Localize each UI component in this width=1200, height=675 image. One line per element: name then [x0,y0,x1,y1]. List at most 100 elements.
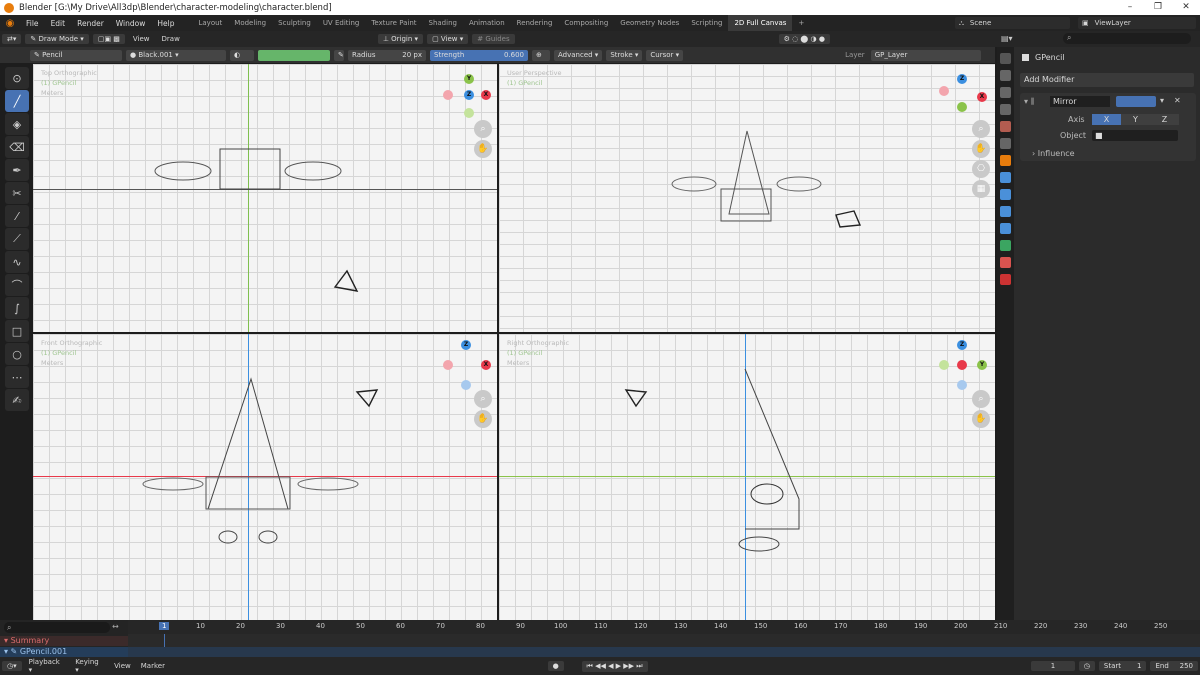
tab-2d-full-canvas[interactable]: 2D Full Canvas [728,15,793,31]
mode-dropdown[interactable]: ✎ Draw Mode ▾ [25,34,89,44]
guides-dropdown[interactable]: # Guides [472,34,515,44]
start-frame-field[interactable]: Start 1 [1098,661,1147,671]
tint-tool-icon[interactable]: ✒ [5,159,29,181]
erase-tool-icon[interactable]: ⌫ [5,136,29,158]
output-tab-icon[interactable] [1000,87,1011,98]
polyline-tool-icon[interactable]: ∿ [5,251,29,273]
texture-tab-icon[interactable] [1000,274,1011,285]
gpencil-channel[interactable]: ▾ ✎ GPencil.001 [0,647,128,657]
nav-gizmo[interactable]: Z Y [935,338,995,398]
influence-subpanel[interactable]: › Influence [1032,149,1075,158]
view-layer-selector[interactable]: ▣ ViewLayer [1078,17,1196,29]
maximize-button[interactable]: ❐ [1144,0,1172,15]
strength-field[interactable]: Strength 0.600 [430,49,528,61]
outliner-search-input[interactable]: ⌕ [1063,33,1191,44]
scene-selector[interactable]: ⛬ Scene [955,17,1070,29]
keyframe-track[interactable] [128,634,1200,657]
shading-buttons[interactable]: ⚙ ◌ ⬤ ◑ ● [778,34,830,44]
playback-menu[interactable]: Playback ▾ [24,658,71,674]
color-mode-icons[interactable]: ◐ [230,49,254,61]
fill-tool-icon[interactable]: ◈ [5,113,29,135]
transport-controls[interactable]: ⏮ ◀◀ ◀ ▶ ▶▶ ⏭ [581,660,648,672]
menu-view[interactable]: View [127,35,156,43]
swap-icon[interactable]: ↔ [112,622,119,631]
viewport-front[interactable]: Front Orthographic (1) GPencil Meters Z X … [33,334,497,620]
curve-tool-icon[interactable]: ∫ [5,297,29,319]
tab-uv-editing[interactable]: UV Editing [317,15,366,31]
line-tool-icon[interactable]: ⟋ [5,228,29,250]
world-tab-icon[interactable] [1000,138,1011,149]
arc-tool-icon[interactable]: ⌒ [5,274,29,296]
pan-hand-icon[interactable]: ✋ [474,140,492,158]
tab-shading[interactable]: Shading [423,15,463,31]
remove-modifier-icon[interactable]: ✕ [1174,96,1181,105]
tab-animation[interactable]: Animation [463,15,511,31]
render-tab-icon[interactable] [1000,70,1011,81]
mirror-object-field[interactable]: ■ [1092,130,1178,141]
minimize-button[interactable]: – [1116,0,1144,15]
axis-x-toggle[interactable]: X [1092,114,1121,125]
menu-file[interactable]: File [20,19,45,28]
viewport-top[interactable]: Top Orthographic (1) GPencil Meters Y Z X … [33,64,497,332]
circle-tool-icon[interactable]: ○ [5,343,29,365]
cursor-tool-icon[interactable]: ⊙ [5,67,29,89]
eyedropper-tool-icon[interactable]: ⁄ [5,205,29,227]
collapse-chevron-icon[interactable]: ▾ ⫼ [1024,97,1034,107]
view-dropdown[interactable]: ▢ View ▾ [427,34,469,44]
effects-tab-icon[interactable] [1000,189,1011,200]
axis-y-toggle[interactable]: Y [1121,114,1150,125]
blender-menu-icon[interactable]: ◉ [0,18,20,29]
annotate-tool-icon[interactable]: ✍ [5,389,29,411]
pan-hand-icon[interactable]: ✋ [972,410,990,428]
marker-menu[interactable]: Marker [136,662,170,670]
layer-selector[interactable]: GP_Layer [870,49,981,61]
zoom-icon[interactable]: ⌕ [474,390,492,408]
editor-type-icon[interactable]: ⇄▾ [2,34,22,44]
data-tab-icon[interactable] [1000,240,1011,251]
view-menu[interactable]: View [109,662,136,670]
tab-modeling[interactable]: Modeling [228,15,272,31]
pan-hand-icon[interactable]: ✋ [474,410,492,428]
view-layer-tab-icon[interactable] [1000,104,1011,115]
modifier-name-field[interactable]: Mirror [1050,96,1110,107]
tab-layout[interactable]: Layout [192,15,228,31]
pan-hand-icon[interactable]: ✋ [972,140,990,158]
modifier-tab-icon[interactable] [1000,172,1011,183]
menu-help[interactable]: Help [151,19,180,28]
material-tab-icon[interactable] [1000,257,1011,268]
camera-view-icon[interactable]: ⎔ [972,160,990,178]
zoom-icon[interactable]: ⌕ [972,390,990,408]
axis-z-toggle[interactable]: Z [1150,114,1179,125]
tab-sculpting[interactable]: Sculpting [272,15,317,31]
constraint-tab-icon[interactable] [1000,223,1011,234]
viewport-perspective[interactable]: User Perspective (1) GPencil Z X ⌕ ✋ ⎔ ▦ [499,64,995,332]
add-modifier-button[interactable]: Add Modifier [1020,73,1194,87]
material-selector[interactable]: ● Black.001 ▾ [126,49,226,61]
outliner-editor-icon[interactable]: ▤▾ [1001,34,1013,43]
select-mode-icons[interactable]: ▢▣ ▩ [92,34,125,44]
grid-view-icon[interactable]: ▦ [972,180,990,198]
tab-geometry-nodes[interactable]: Geometry Nodes [614,15,685,31]
timeline-search-input[interactable]: ⌕ [4,622,110,633]
pressure-icon[interactable]: ⊕ [532,49,550,61]
origin-dropdown[interactable]: ⊥ Origin ▾ [377,34,424,44]
tab-compositing[interactable]: Compositing [558,15,614,31]
draw-tool-icon[interactable]: ╱ [5,90,29,112]
brush-selector[interactable]: ✎ Pencil [30,49,122,61]
scene-tab-icon[interactable] [1000,121,1011,132]
cutter-tool-icon[interactable]: ✂ [5,182,29,204]
tab-scripting[interactable]: Scripting [685,15,728,31]
modifier-visibility-icons[interactable] [1116,96,1156,107]
keying-menu[interactable]: Keying ▾ [70,658,109,674]
radius-field[interactable]: Radius 20 px [348,49,426,61]
box-tool-icon[interactable]: □ [5,320,29,342]
pin-icon[interactable]: ✎ [334,49,344,61]
end-frame-field[interactable]: End 250 [1150,661,1199,671]
interpolate-tool-icon[interactable]: ⋯ [5,366,29,388]
record-button[interactable]: ● [547,661,564,671]
menu-edit[interactable]: Edit [45,19,72,28]
cursor-dropdown[interactable]: Cursor ▾ [646,49,684,61]
summary-channel[interactable]: ▾ Summary [0,636,128,646]
object-tab-icon[interactable] [1000,155,1011,166]
tool-tab-icon[interactable] [1000,53,1011,64]
